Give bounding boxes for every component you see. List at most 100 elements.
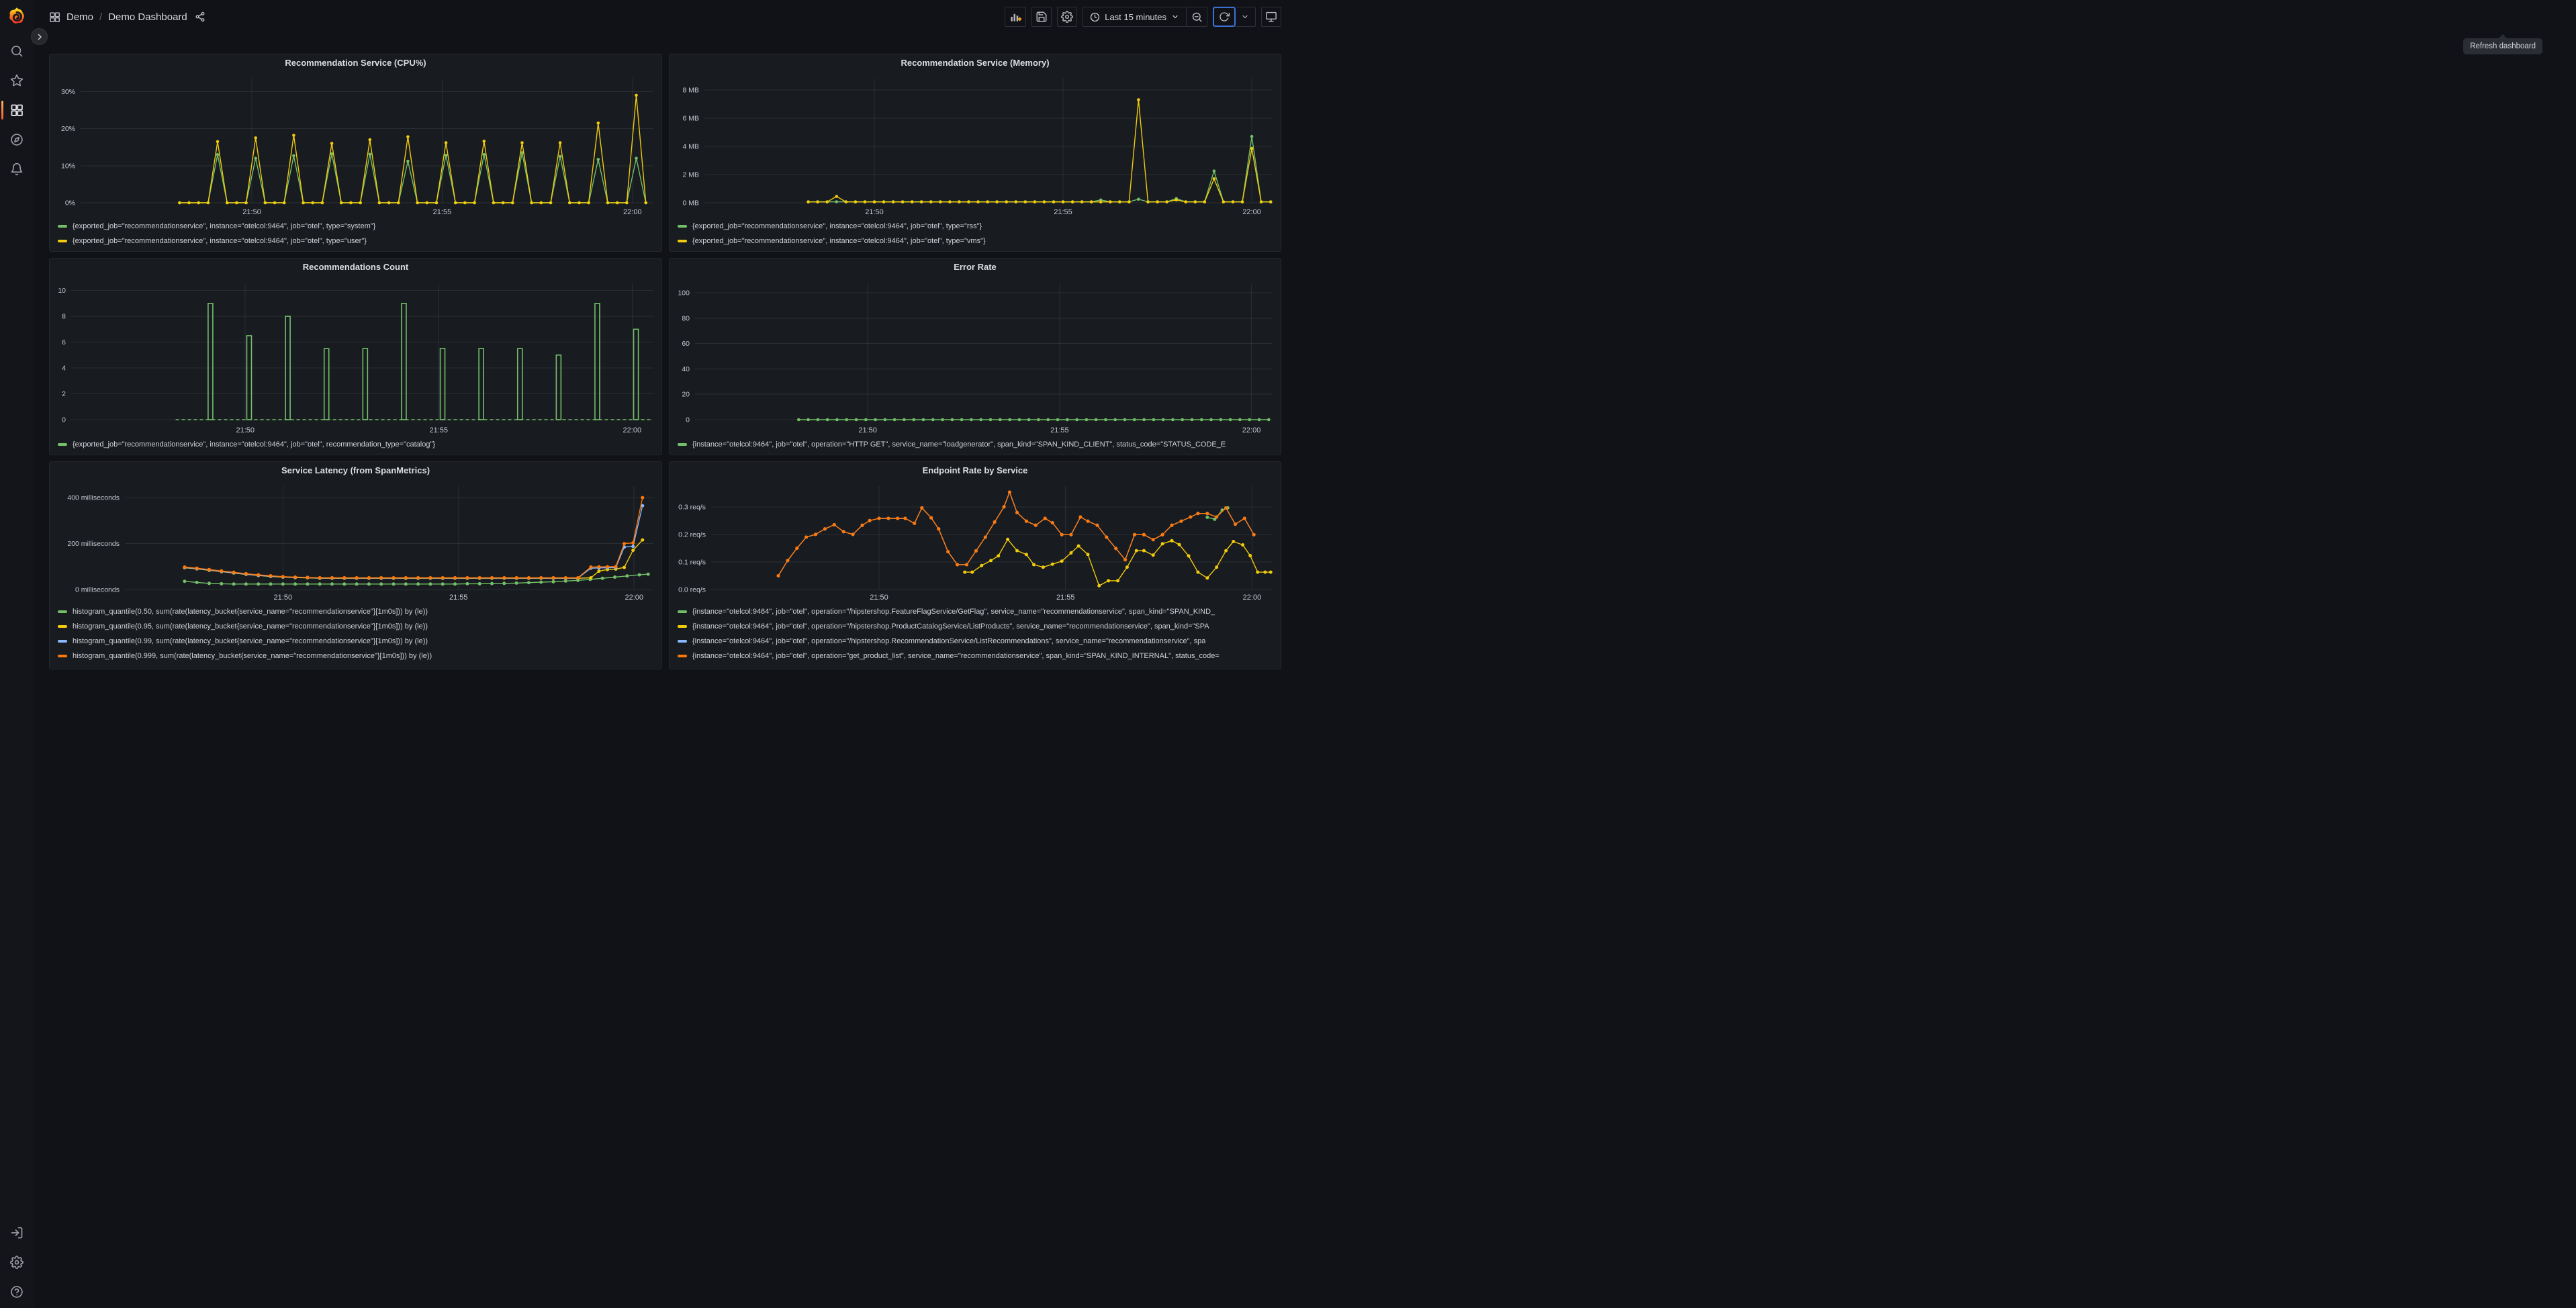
svg-text:22:00: 22:00: [1242, 426, 1261, 434]
svg-text:8: 8: [62, 313, 66, 321]
panel-recommendations-count: Recommendations Count 21:50 21:55 22:00 0 2 4…: [49, 258, 662, 455]
refresh-group: [1213, 7, 1256, 27]
sidebar-item-search[interactable]: [0, 44, 34, 58]
legend-swatch: [678, 655, 687, 657]
gear-icon: [1061, 11, 1074, 23]
svg-text:21:50: 21:50: [242, 208, 261, 216]
search-icon: [11, 46, 23, 57]
svg-text:60: 60: [682, 340, 690, 348]
chevron-down-icon: [1172, 15, 1178, 19]
panel-endpoint-rate: Endpoint Rate by Service 21:50 21:55 22:00…: [669, 461, 1281, 669]
svg-text:20: 20: [682, 391, 690, 399]
legend-swatch: [58, 225, 67, 228]
svg-text:21:55: 21:55: [433, 208, 452, 216]
sign-in-icon: [11, 1227, 23, 1239]
time-range-picker[interactable]: Last 15 minutes: [1083, 7, 1186, 26]
legend-swatch: [678, 625, 687, 628]
svg-text:20%: 20%: [61, 125, 75, 133]
svg-text:30%: 30%: [61, 88, 75, 96]
panel-chart[interactable]: 21:50 21:55 22:00 0.0 req/s 0.1 req/s 0.2 req…: [670, 479, 1281, 604]
svg-text:0: 0: [686, 416, 690, 424]
legend-item[interactable]: histogram_quantile(0.99, sum(rate(latenc…: [58, 634, 657, 649]
svg-text:400 milliseconds: 400 milliseconds: [67, 494, 120, 502]
svg-text:0 milliseconds: 0 milliseconds: [75, 586, 120, 594]
legend-label: {exported_job="recommendationservice", i…: [73, 237, 367, 245]
legend-item[interactable]: {instance="otelcol:9464", job="otel", op…: [678, 604, 1277, 619]
sidebar-item-dashboards[interactable]: [0, 101, 34, 120]
sidebar-item-alerting[interactable]: [0, 162, 34, 176]
svg-text:21:50: 21:50: [858, 426, 877, 434]
sidebar-item-help[interactable]: [0, 1285, 34, 1299]
sidebar-item-configuration[interactable]: [0, 1256, 34, 1269]
panel-title[interactable]: Error Rate: [670, 259, 1281, 276]
panel-recommendation-memory: Recommendation Service (Memory) 21:50 21:…: [669, 54, 1281, 252]
panel-chart[interactable]: 21:50 21:55 22:00 0 milliseconds 200 millise…: [50, 479, 662, 604]
legend-item[interactable]: {exported_job="recommendationservice", i…: [678, 219, 1277, 234]
add-panel-icon: [1011, 13, 1022, 21]
legend-label: {instance="otelcol:9464", job="otel", op…: [692, 637, 1206, 645]
dashboard-toolbar: Last 15 minutes: [1005, 7, 1281, 27]
apps-grid-icon: [50, 11, 60, 22]
panel-title[interactable]: Recommendation Service (CPU%): [50, 54, 661, 72]
panel-chart[interactable]: 21:50 21:55 22:00 0 20 40 60 80 100: [670, 276, 1281, 437]
sidebar-item-explore[interactable]: [0, 133, 34, 146]
legend-item[interactable]: {instance="otelcol:9464", job="otel", op…: [678, 634, 1277, 649]
panel-title[interactable]: Service Latency (from SpanMetrics): [50, 462, 661, 479]
sidebar: [0, 0, 34, 1308]
svg-text:22:00: 22:00: [1243, 594, 1262, 602]
legend-item[interactable]: {exported_job="recommendationservice", i…: [58, 234, 657, 248]
monitor-icon: [1266, 11, 1277, 22]
svg-text:40: 40: [682, 365, 690, 373]
svg-text:6 MB: 6 MB: [682, 114, 699, 122]
legend-item[interactable]: {instance="otelcol:9464", job="otel", op…: [678, 649, 1277, 663]
panel-title[interactable]: Recommendations Count: [50, 259, 661, 276]
save-dashboard-button[interactable]: [1031, 7, 1052, 27]
add-panel-button[interactable]: [1005, 7, 1027, 27]
svg-text:0.3 req/s: 0.3 req/s: [678, 503, 706, 511]
refresh-tooltip: Refresh dashboard: [2463, 34, 2542, 54]
panel-legend: {exported_job="recommendationservice", i…: [58, 437, 657, 452]
legend-label: {exported_job="recommendationservice", i…: [73, 222, 376, 230]
svg-text:10: 10: [58, 287, 66, 295]
panel-chart[interactable]: 21:50 21:55 22:00 0% 10% 20% 30%: [50, 72, 662, 219]
legend-swatch: [58, 625, 67, 628]
dashboard-settings-button[interactable]: [1057, 7, 1078, 27]
legend-item[interactable]: {instance="otelcol:9464", job="otel", op…: [678, 437, 1277, 452]
breadcrumb-dashboard[interactable]: Demo Dashboard: [108, 11, 187, 23]
svg-text:100: 100: [678, 289, 690, 297]
breadcrumb-separator: /: [99, 11, 103, 23]
cycle-view-button[interactable]: [1261, 7, 1281, 27]
breadcrumb-folder[interactable]: Demo: [66, 11, 93, 23]
bell-icon: [11, 162, 23, 176]
svg-text:2: 2: [62, 390, 66, 398]
legend-item[interactable]: histogram_quantile(0.95, sum(rate(latenc…: [58, 619, 657, 634]
legend-swatch: [678, 640, 687, 643]
top-nav: Demo / Demo Dashboard Last 15 minutes: [0, 0, 1288, 34]
legend-item[interactable]: {exported_job="recommendationservice", i…: [678, 234, 1277, 248]
legend-item[interactable]: histogram_quantile(0.50, sum(rate(latenc…: [58, 604, 657, 619]
panel-title[interactable]: Endpoint Rate by Service: [670, 462, 1281, 479]
legend-label: {exported_job="recommendationservice", i…: [692, 222, 982, 230]
share-button[interactable]: [193, 10, 207, 24]
grafana-logo[interactable]: [7, 7, 27, 27]
panel-title[interactable]: Recommendation Service (Memory): [670, 54, 1281, 72]
zoom-out-button[interactable]: [1187, 7, 1207, 26]
sidebar-expand-button[interactable]: [31, 28, 48, 45]
legend-item[interactable]: {exported_job="recommendationservice", i…: [58, 437, 657, 452]
panel-chart[interactable]: 21:50 21:55 22:00 0 MB 2 MB 4 MB 6 MB 8 MB: [670, 72, 1281, 219]
panel-legend: {exported_job="recommendationservice", i…: [58, 219, 657, 248]
legend-item[interactable]: histogram_quantile(0.999, sum(rate(laten…: [58, 649, 657, 663]
svg-text:21:50: 21:50: [274, 594, 293, 602]
svg-text:21:55: 21:55: [1056, 594, 1075, 602]
refresh-icon: [1220, 12, 1230, 21]
sidebar-item-sign-in[interactable]: [0, 1226, 34, 1240]
sidebar-item-starred[interactable]: [0, 74, 34, 87]
legend-item[interactable]: {instance="otelcol:9464", job="otel", op…: [678, 619, 1277, 634]
panel-legend: {exported_job="recommendationservice", i…: [678, 219, 1277, 248]
refresh-button[interactable]: [1213, 7, 1236, 27]
panel-chart[interactable]: 21:50 21:55 22:00 0 2 4 6 8 10: [50, 276, 662, 437]
svg-text:22:00: 22:00: [625, 594, 643, 602]
refresh-interval-dropdown[interactable]: [1235, 7, 1255, 26]
legend-label: histogram_quantile(0.99, sum(rate(latenc…: [73, 637, 428, 645]
legend-item[interactable]: {exported_job="recommendationservice", i…: [58, 219, 657, 234]
